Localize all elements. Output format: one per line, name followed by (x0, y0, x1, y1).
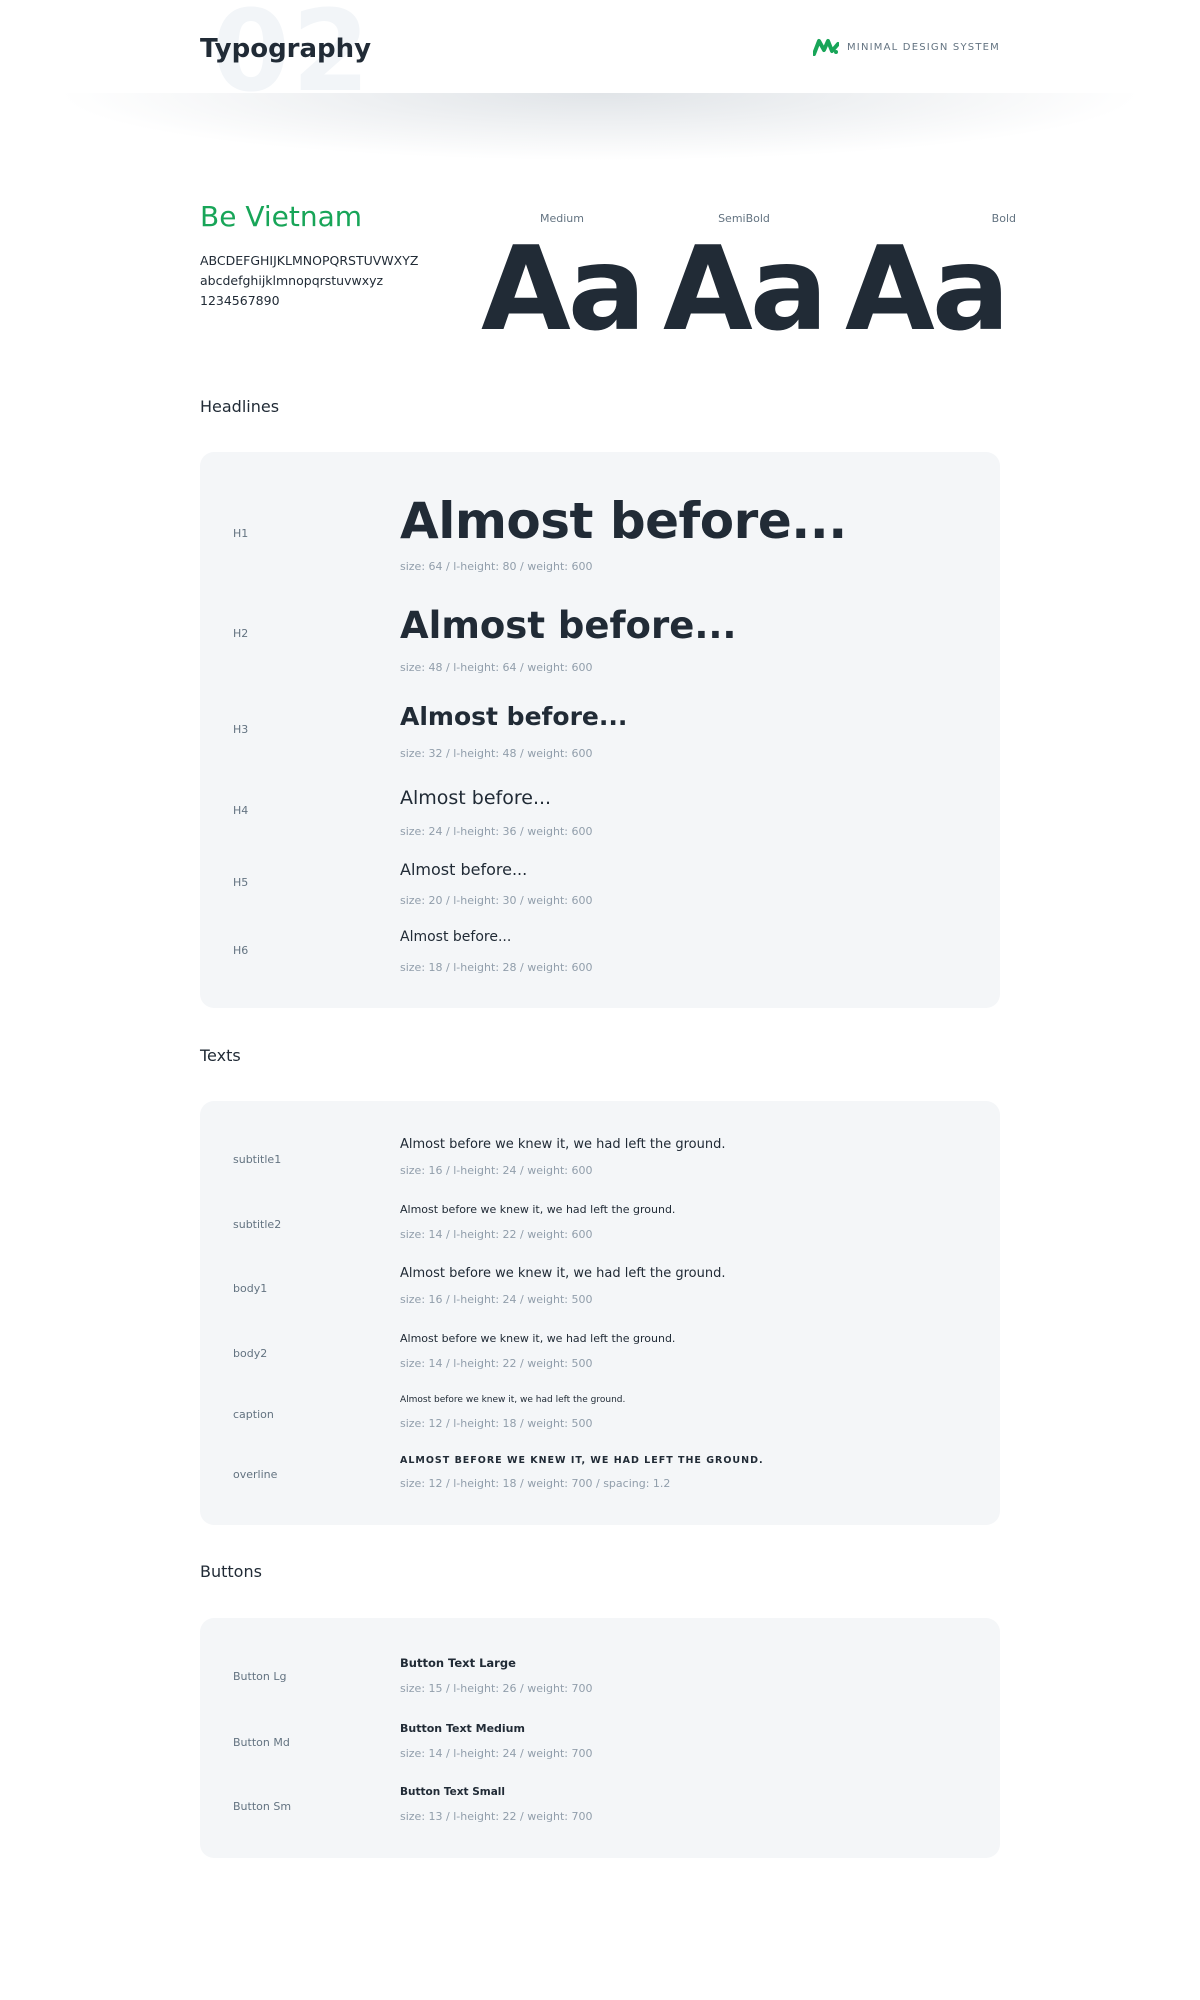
style-spec: size: 15 / l-height: 26 / weight: 700 (400, 1682, 593, 1695)
style-spec: size: 20 / l-height: 30 / weight: 600 (400, 894, 593, 907)
style-label: body1 (233, 1282, 268, 1295)
style-spec: size: 14 / l-height: 24 / weight: 700 (400, 1747, 593, 1760)
style-label: Button Sm (233, 1800, 292, 1813)
style-label: Button Md (233, 1736, 290, 1749)
style-spec: size: 12 / l-height: 18 / weight: 700 / … (400, 1477, 671, 1490)
digits: 1234567890 (200, 293, 280, 308)
style-sample: Button Text Medium (400, 1722, 525, 1735)
style-label: H6 (233, 944, 249, 957)
headlines-section-title: Headlines (200, 397, 280, 416)
weight-glyphs: Aa (844, 222, 1010, 357)
headlines-panel: H1 Almost before... size: 64 / l-height:… (200, 452, 1000, 1008)
style-label: H2 (233, 627, 249, 640)
weight-glyphs: Aa (662, 222, 828, 357)
brand-name: MINIMAL DESIGN SYSTEM (846, 41, 1000, 53)
style-sample: Almost before... (400, 860, 528, 879)
page-title: Typography (200, 34, 372, 64)
page-header: 02 Typography MINIMAL DESIGN SYSTEM (0, 0, 1200, 108)
weight-sample-bold: Bold Aa (836, 212, 1016, 348)
style-sample: Almost before we knew it, we had left th… (400, 1137, 726, 1152)
brand[interactable]: MINIMAL DESIGN SYSTEM (812, 38, 1000, 56)
style-spec: size: 14 / l-height: 22 / weight: 500 (400, 1357, 593, 1370)
style-sample: Almost before we knew it, we had left th… (400, 1395, 626, 1405)
style-sample: Button Text Large (400, 1656, 516, 1670)
style-spec: size: 18 / l-height: 28 / weight: 600 (400, 961, 593, 974)
style-spec: size: 16 / l-height: 24 / weight: 500 (400, 1293, 593, 1306)
style-spec: size: 24 / l-height: 36 / weight: 600 (400, 825, 593, 838)
style-label: H3 (233, 723, 249, 736)
weight-sample-medium: Medium Aa (472, 212, 652, 348)
style-spec: size: 12 / l-height: 18 / weight: 500 (400, 1417, 593, 1430)
weight-glyphs: Aa (480, 222, 646, 357)
style-sample: Almost before... (400, 604, 737, 647)
texts-panel: subtitle1 Almost before we knew it, we h… (200, 1101, 1000, 1525)
style-sample: Almost before we knew it, we had left th… (400, 1266, 726, 1281)
weight-sample-semibold: SemiBold Aa (654, 212, 834, 348)
style-spec: size: 16 / l-height: 24 / weight: 600 (400, 1164, 593, 1177)
style-sample: Almost before... (400, 702, 628, 731)
style-label: caption (233, 1408, 274, 1421)
style-sample: Almost before we knew it, we had left th… (400, 1332, 676, 1345)
character-set: ABCDEFGHIJKLMNOPQRSTUVWXYZ abcdefghijklm… (200, 251, 418, 311)
style-label: overline (233, 1468, 278, 1481)
style-sample: Almost before we knew it, we had left th… (400, 1203, 676, 1216)
style-label: H1 (233, 527, 249, 540)
uppercase-letters: ABCDEFGHIJKLMNOPQRSTUVWXYZ (200, 253, 419, 268)
style-spec: size: 32 / l-height: 48 / weight: 600 (400, 747, 593, 760)
style-spec: size: 64 / l-height: 80 / weight: 600 (400, 560, 593, 573)
style-sample: Almost before... (400, 787, 552, 809)
style-label: H4 (233, 804, 249, 817)
style-label: body2 (233, 1347, 268, 1360)
style-label: subtitle2 (233, 1218, 282, 1231)
lowercase-letters: abcdefghijklmnopqrstuvwxyz (200, 273, 384, 288)
minimal-logo-icon (812, 39, 839, 56)
style-spec: size: 48 / l-height: 64 / weight: 600 (400, 661, 593, 674)
style-spec: size: 14 / l-height: 22 / weight: 600 (400, 1228, 593, 1241)
texts-section-title: Texts (200, 1046, 241, 1065)
style-sample: ALMOST BEFORE WE KNEW IT, WE HAD LEFT TH… (400, 1455, 764, 1466)
header-shadow (0, 93, 1200, 183)
style-sample: Button Text Small (400, 1786, 505, 1798)
style-label: subtitle1 (233, 1153, 282, 1166)
style-sample: Almost before... (400, 492, 847, 550)
style-label: H5 (233, 876, 249, 889)
font-family-name: Be Vietnam (200, 200, 363, 233)
style-sample: Almost before... (400, 929, 512, 945)
buttons-section-title: Buttons (200, 1562, 262, 1581)
buttons-panel: Button Lg Button Text Large size: 15 / l… (200, 1618, 1000, 1858)
style-spec: size: 13 / l-height: 22 / weight: 700 (400, 1810, 593, 1823)
style-label: Button Lg (233, 1670, 287, 1683)
